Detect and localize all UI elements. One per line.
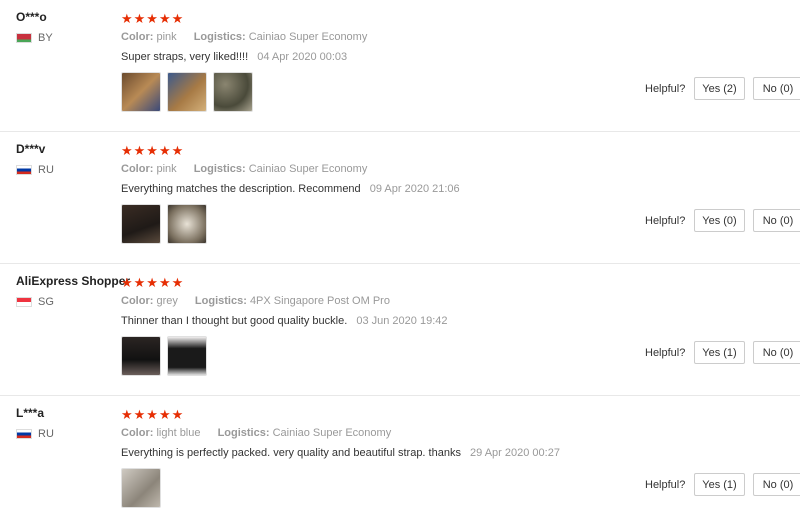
review-body: Super straps, very liked!!!! 04 Apr 2020… xyxy=(121,51,347,63)
review-photos xyxy=(121,336,207,376)
review-text: Super straps, very liked!!!! xyxy=(121,51,249,63)
color-key: Color: xyxy=(121,295,154,307)
review-meta: Color: light blue Logistics: Cainiao Sup… xyxy=(121,427,391,439)
star-rating: ★★★★★ xyxy=(121,11,185,26)
color-value: pink xyxy=(156,163,177,175)
helpful-label: Helpful? xyxy=(645,83,686,95)
review-body: Everything matches the description. Reco… xyxy=(121,183,460,195)
color-value: pink xyxy=(156,31,177,43)
review-date: 04 Apr 2020 00:03 xyxy=(257,51,348,63)
logistics-key: Logistics: xyxy=(194,295,247,307)
review-text: Thinner than I thought but good quality … xyxy=(121,315,348,327)
review-item: D***v RU ★★★★★ Color: pink Logistics: Ca… xyxy=(0,132,800,264)
country-code: RU xyxy=(38,164,54,176)
logistics-value: 4PX Singapore Post OM Pro xyxy=(249,295,390,307)
review-photo-thumbnail[interactable] xyxy=(121,336,161,376)
review-item: AliExpress Shopper SG ★★★★★ Color: grey … xyxy=(0,264,800,396)
review-photos xyxy=(121,204,207,244)
reviewer-country: SG xyxy=(16,296,54,308)
review-item: L***a RU ★★★★★ Color: light blue Logisti… xyxy=(0,396,800,528)
helpful-yes-button[interactable]: Yes (2) xyxy=(694,77,745,100)
flag-icon xyxy=(16,33,32,43)
star-rating: ★★★★★ xyxy=(121,143,185,158)
helpful-no-button[interactable]: No (0) xyxy=(753,473,800,496)
review-text: Everything is perfectly packed. very qua… xyxy=(121,447,461,459)
helpful-label: Helpful? xyxy=(645,215,686,227)
logistics-value: Cainiao Super Economy xyxy=(272,427,392,439)
helpful-label: Helpful? xyxy=(645,479,686,491)
helpful-yes-button[interactable]: Yes (1) xyxy=(694,473,745,496)
logistics-key: Logistics: xyxy=(193,31,246,43)
review-text: Everything matches the description. Reco… xyxy=(121,183,361,195)
review-body: Everything is perfectly packed. very qua… xyxy=(121,447,560,459)
review-photo-thumbnail[interactable] xyxy=(167,204,207,244)
review-photos xyxy=(121,72,253,112)
country-code: RU xyxy=(38,428,54,440)
helpful-no-button[interactable]: No (0) xyxy=(753,341,800,364)
reviewer-name: L***a xyxy=(16,406,45,420)
color-value: light blue xyxy=(156,427,201,439)
star-rating: ★★★★★ xyxy=(121,407,185,422)
color-key: Color: xyxy=(121,427,154,439)
reviewer-country: BY xyxy=(16,32,53,44)
color-key: Color: xyxy=(121,163,154,175)
review-photo-thumbnail[interactable] xyxy=(167,336,207,376)
logistics-value: Cainiao Super Economy xyxy=(248,163,368,175)
flag-icon xyxy=(16,165,32,175)
reviewer-name: O***o xyxy=(16,10,47,24)
review-body: Thinner than I thought but good quality … xyxy=(121,315,447,327)
logistics-value: Cainiao Super Economy xyxy=(248,31,368,43)
review-photo-thumbnail[interactable] xyxy=(167,72,207,112)
review-date: 03 Jun 2020 19:42 xyxy=(356,315,448,327)
reviewer-country: RU xyxy=(16,164,54,176)
review-date: 29 Apr 2020 00:27 xyxy=(470,447,560,459)
color-value: grey xyxy=(156,295,178,307)
flag-icon xyxy=(16,297,32,307)
star-rating: ★★★★★ xyxy=(121,275,185,290)
helpful-yes-button[interactable]: Yes (0) xyxy=(694,209,745,232)
color-key: Color: xyxy=(121,31,154,43)
review-meta: Color: pink Logistics: Cainiao Super Eco… xyxy=(121,163,367,175)
review-meta: Color: pink Logistics: Cainiao Super Eco… xyxy=(121,31,367,43)
country-code: BY xyxy=(38,32,53,44)
reviewer-country: RU xyxy=(16,428,54,440)
reviewer-name: D***v xyxy=(16,142,46,156)
review-photos xyxy=(121,468,161,508)
logistics-key: Logistics: xyxy=(193,163,246,175)
helpful-no-button[interactable]: No (0) xyxy=(753,77,800,100)
review-date: 09 Apr 2020 21:06 xyxy=(369,183,460,195)
review-meta: Color: grey Logistics: 4PX Singapore Pos… xyxy=(121,295,390,307)
review-photo-thumbnail[interactable] xyxy=(213,72,253,112)
flag-icon xyxy=(16,429,32,439)
helpful-no-button[interactable]: No (0) xyxy=(753,209,800,232)
reviewer-name: AliExpress Shopper xyxy=(16,274,131,288)
logistics-key: Logistics: xyxy=(217,427,270,439)
helpful-yes-button[interactable]: Yes (1) xyxy=(694,341,745,364)
helpful-label: Helpful? xyxy=(645,347,686,359)
review-item: O***o BY ★★★★★ Color: pink Logistics: Ca… xyxy=(0,0,800,132)
review-photo-thumbnail[interactable] xyxy=(121,468,161,508)
country-code: SG xyxy=(38,296,54,308)
review-photo-thumbnail[interactable] xyxy=(121,72,161,112)
review-photo-thumbnail[interactable] xyxy=(121,204,161,244)
